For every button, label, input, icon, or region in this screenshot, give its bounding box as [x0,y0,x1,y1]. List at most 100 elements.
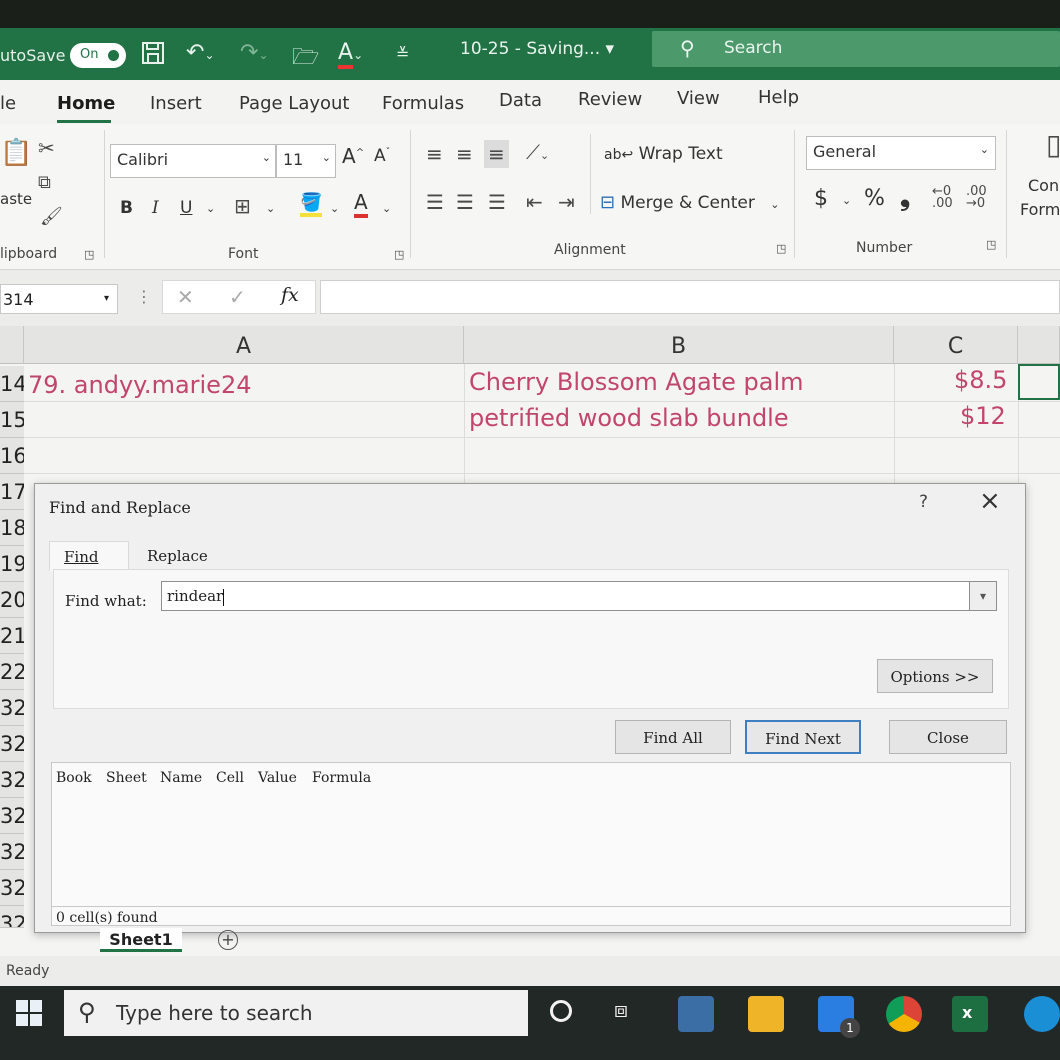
increase-decimal-icon[interactable]: ←0.00 [932,185,953,210]
file-explorer-icon[interactable] [748,996,784,1032]
cell-c15[interactable]: $12 [960,402,1006,430]
conditional-formatting-icon[interactable]: ▯ [1046,128,1060,161]
formula-input[interactable] [320,280,1060,314]
row-header[interactable]: 323 [0,690,24,726]
orientation-icon[interactable]: ⟋⌄ [526,140,549,164]
paste-icon[interactable]: 📋 [0,138,32,168]
column-header-c[interactable]: C [894,326,1018,364]
decrease-decimal-icon[interactable]: .00 →0 [966,185,987,210]
add-sheet-icon[interactable]: + [218,930,238,950]
cancel-icon[interactable]: ✕ [177,285,194,309]
task-view-icon[interactable]: ⧈ [614,998,628,1023]
tab-find[interactable]: Find [49,541,129,571]
alignment-launcher-icon[interactable]: ◳ [776,242,786,255]
number-format-select[interactable]: General ⌄ [806,136,996,170]
format-painter-icon[interactable]: 🖌 [40,206,63,227]
row-header[interactable]: 20 [0,582,24,618]
row-header[interactable]: 14 [0,366,24,402]
taskbar-search-box[interactable]: ⚲ Type here to search [64,990,528,1036]
column-header-a[interactable]: A [24,326,464,364]
tab-data[interactable]: Data [499,90,542,111]
active-cell[interactable] [1018,364,1060,400]
row-header[interactable]: 16 [0,438,24,474]
italic-button[interactable]: I [152,198,159,218]
find-all-button[interactable]: Find All [615,720,731,754]
close-icon[interactable]: × [979,486,1001,516]
align-center-icon[interactable]: ☰ [456,190,474,214]
font-size-field[interactable]: 11 ⌄ [276,144,336,178]
excel-icon[interactable]: x [952,996,988,1032]
underline-button[interactable]: U [180,198,192,218]
sheet-tab-sheet1[interactable]: Sheet1 [100,928,182,952]
font-color-icon[interactable]: A [354,190,368,218]
title-search-box[interactable]: ⚲ Search [652,31,1060,67]
document-title[interactable]: 10-25 - Saving... ▾ [460,39,614,59]
cell-b15[interactable]: petrified wood slab bundle [469,404,789,432]
chevron-down-icon[interactable]: ⌄ [206,202,215,215]
number-launcher-icon[interactable]: ◳ [986,238,996,251]
conditional-formatting-label-2[interactable]: Form [1020,200,1060,219]
font-launcher-icon[interactable]: ◳ [394,248,404,261]
row-header[interactable]: 22 [0,654,24,690]
tab-insert[interactable]: Insert [150,93,202,114]
copy-icon[interactable]: ⧉ [38,172,51,193]
cell-b14[interactable]: Cherry Blossom Agate palm [469,368,804,396]
tab-page-layout[interactable]: Page Layout [239,93,350,114]
autosave-toggle[interactable]: On [70,43,126,68]
row-header[interactable]: 15 [0,402,24,438]
bold-button[interactable]: B [120,198,133,218]
font-color-quick-icon[interactable]: A⌄ [338,40,363,69]
borders-icon[interactable]: ⊞ [234,194,251,218]
tab-home[interactable]: Home [57,93,115,114]
tab-formulas[interactable]: Formulas [382,93,464,114]
row-header[interactable]: 324 [0,726,24,762]
column-header-b[interactable]: B [464,326,894,364]
align-left-icon[interactable]: ☰ [426,190,444,214]
undo-icon[interactable]: ↶⌄ [186,40,215,65]
increase-indent-icon[interactable]: ⇥ [558,190,575,214]
results-column-sheet[interactable]: Sheet [106,770,147,786]
shrink-font-icon[interactable]: Aˇ [374,146,390,166]
open-folder-icon[interactable]: 🗁 [292,40,319,78]
row-header[interactable]: 326 [0,798,24,834]
align-right-icon[interactable]: ☰ [488,190,506,214]
results-list[interactable]: Book Sheet Name Cell Value Formula 0 cel… [51,762,1011,926]
column-header-d[interactable] [1018,326,1060,364]
name-box[interactable]: 314 ▾ [0,284,118,314]
tab-help[interactable]: Help [758,87,799,108]
results-column-book[interactable]: Book [56,770,92,786]
font-name-field[interactable]: Calibri ⌄ [110,144,276,178]
help-button[interactable]: ? [919,492,928,512]
select-all-corner[interactable] [0,326,24,364]
cortana-icon[interactable] [550,1000,572,1022]
tab-view[interactable]: View [677,88,720,109]
chevron-down-icon[interactable]: ⌄ [382,202,391,215]
close-button[interactable]: Close [889,720,1007,754]
cut-icon[interactable]: ✂ [38,136,55,160]
align-bottom-icon[interactable]: ≡ [484,140,509,168]
row-header[interactable]: 17 [0,474,24,510]
results-column-value[interactable]: Value [258,770,297,786]
cell-c14[interactable]: $8.5 [954,366,1007,394]
row-header[interactable]: 329 [0,906,24,928]
row-header[interactable]: 328 [0,870,24,906]
grow-font-icon[interactable]: A^ [342,144,364,168]
mail-icon[interactable]: 1 [818,996,860,1038]
row-header[interactable]: 18 [0,510,24,546]
align-middle-icon[interactable]: ≡ [456,142,473,166]
chrome-icon[interactable] [886,996,922,1032]
find-history-dropdown[interactable]: ▾ [969,581,997,611]
cell-a14[interactable]: 79. andyy.marie24 [28,371,252,399]
conditional-formatting-label-1[interactable]: Con [1028,176,1059,195]
results-column-name[interactable]: Name [160,770,202,786]
tab-replace[interactable]: Replace [133,541,222,571]
save-icon[interactable] [140,40,166,72]
results-column-cell[interactable]: Cell [216,770,244,786]
customize-toolbar-icon[interactable]: ≚ [396,44,409,63]
align-top-icon[interactable]: ≡ [426,142,443,166]
clipboard-launcher-icon[interactable]: ◳ [84,248,94,261]
enter-icon[interactable]: ✓ [229,285,246,309]
row-header[interactable]: 325 [0,762,24,798]
insert-function-icon[interactable]: fx [281,284,299,306]
edge-icon[interactable] [1024,996,1060,1032]
